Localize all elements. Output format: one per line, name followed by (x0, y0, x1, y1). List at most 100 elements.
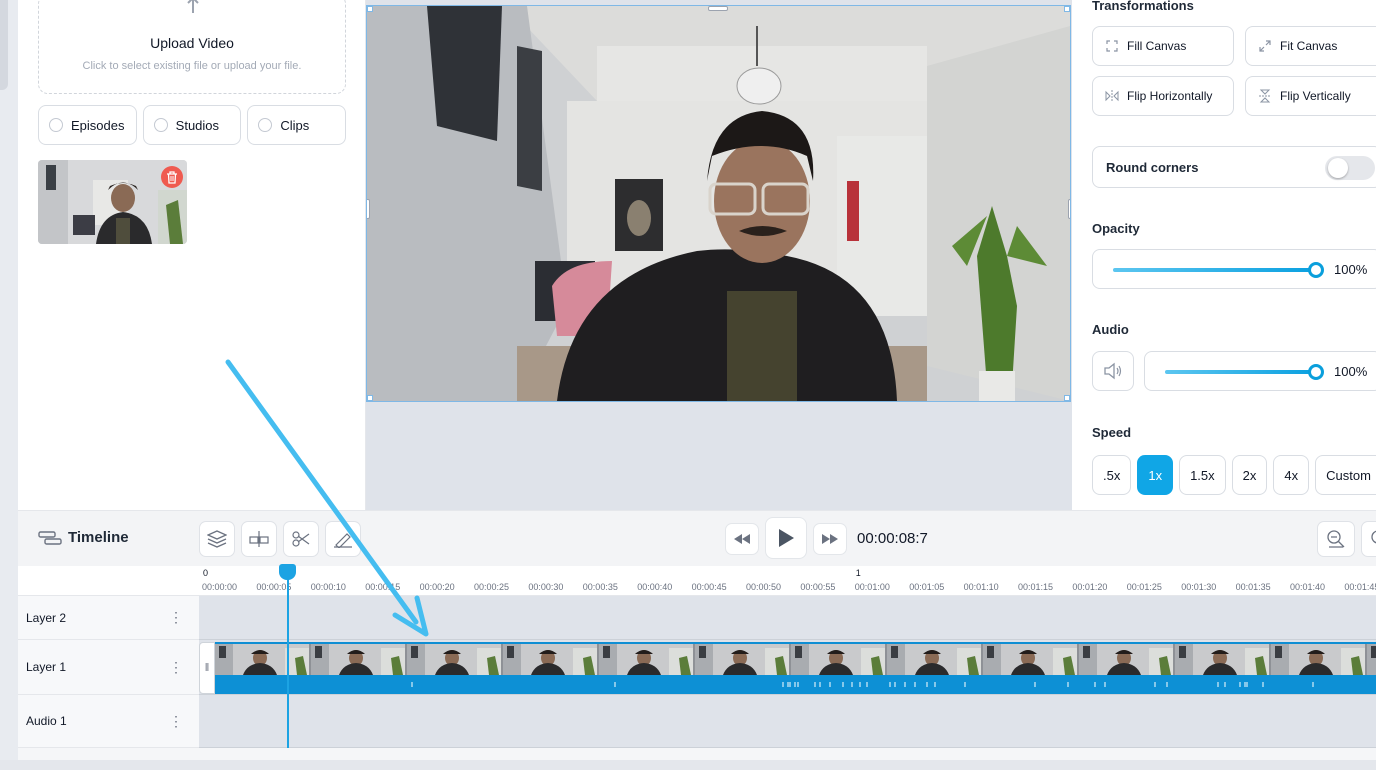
clip-audio-waveform (215, 675, 1376, 694)
ruler-tick-label: 00:00:20 (419, 582, 455, 592)
clip-trim-handle[interactable]: ‖ (199, 642, 215, 694)
track-label-layer-1[interactable]: Layer 1 ⋮ (18, 640, 199, 695)
resize-corner-bl[interactable] (367, 395, 373, 401)
filmstrip-frame (1271, 644, 1367, 675)
track-name: Audio 1 (26, 714, 67, 728)
mute-button[interactable] (1092, 351, 1134, 391)
media-thumbnail[interactable] (38, 160, 187, 244)
track-name: Layer 2 (26, 610, 67, 625)
filmstrip-frame (599, 644, 695, 675)
ruler-tick-label: 00:01:45 (1344, 582, 1376, 592)
speed-1-5x-button[interactable]: 1.5x (1179, 455, 1226, 495)
track-lane-layer-2[interactable] (199, 596, 1376, 640)
filter-studios[interactable]: Studios (142, 105, 242, 145)
ruler-tick-label: 00:01:20 (1072, 582, 1108, 592)
opacity-slider-knob[interactable] (1308, 262, 1324, 278)
trash-icon[interactable] (161, 166, 183, 188)
ruler-tick-label: 00:01:25 (1126, 582, 1162, 592)
timecode-display: 00:00:08:7 (857, 530, 928, 547)
cut-icon (292, 531, 310, 547)
filter-label: Clips (280, 117, 310, 133)
fit-canvas-button[interactable]: Fit Canvas (1245, 26, 1376, 66)
upload-subtitle: Click to select existing file or upload … (82, 60, 302, 72)
ruler-tick-label: 00:01:40 (1290, 582, 1326, 592)
timeline-title: Timeline (38, 529, 129, 546)
ruler-tick-label: 00:01:10 (963, 582, 999, 592)
edit-tool-button[interactable] (325, 521, 361, 557)
ruler-tick-label: 00:00:15 (365, 582, 401, 592)
clip-filmstrip (215, 642, 1376, 675)
timeline-panel: Timeline 00:00:08:7 00:00:00 00:00:05 00… (18, 510, 1376, 760)
resize-corner-br[interactable] (1064, 395, 1070, 401)
layers-tool-button[interactable] (199, 521, 235, 557)
audio-slider-track[interactable] (1165, 370, 1316, 374)
bottom-bar (0, 760, 1376, 770)
transformations-title: Transformations (1092, 0, 1194, 13)
ruler-major-label: 0 (203, 568, 209, 578)
filmstrip-frame (1175, 644, 1271, 675)
time-ruler[interactable]: 00:00:00 00:00:05 00:00:10 00:00:15 00:00:20… (18, 566, 1376, 596)
opacity-title: Opacity (1092, 221, 1140, 236)
ruler-tick-label: 00:00:25 (474, 582, 510, 592)
upload-dropzone[interactable]: Upload Video Click to select existing fi… (38, 0, 346, 94)
fill-canvas-button[interactable]: Fill Canvas (1092, 26, 1234, 66)
ruler-tick-label: 00:01:35 (1235, 582, 1271, 592)
zoom-out-icon (1327, 530, 1345, 548)
media-panel: Upload Video Click to select existing fi… (18, 0, 366, 510)
preview-canvas (366, 0, 1072, 510)
track-lane-audio-1[interactable] (199, 695, 1376, 748)
flip-vertical-icon (1258, 89, 1272, 103)
speed-4x-button[interactable]: 4x (1273, 455, 1310, 495)
opacity-slider-track[interactable] (1113, 268, 1316, 272)
split-tool-button[interactable] (241, 521, 277, 557)
more-options-icon[interactable]: ⋮ (169, 609, 183, 626)
resize-handle-left[interactable] (367, 199, 370, 219)
track-label-layer-2[interactable]: Layer 2 ⋮ (18, 596, 199, 640)
pencil-icon (334, 533, 352, 548)
play-button[interactable] (765, 517, 807, 559)
speed-2x-button[interactable]: 2x (1231, 455, 1268, 495)
speed-1x-button[interactable]: 1x (1137, 455, 1174, 495)
fill-canvas-icon (1105, 39, 1119, 53)
speed-title: Speed (1092, 425, 1132, 440)
zoom-out-button[interactable] (1317, 521, 1355, 557)
cut-tool-button[interactable] (283, 521, 319, 557)
ruler-tick-label: 00:00:35 (582, 582, 618, 592)
rewind-button[interactable] (725, 523, 759, 555)
radio-icon (153, 118, 168, 132)
gutter-notch (0, 0, 8, 90)
filter-episodes[interactable]: Episodes (38, 105, 137, 145)
more-options-icon[interactable]: ⋮ (169, 713, 183, 730)
video-preview[interactable] (366, 5, 1071, 402)
zoom-in-button[interactable] (1361, 521, 1376, 557)
flip-vertically-button[interactable]: Flip Vertically (1245, 76, 1376, 116)
filmstrip-frame (503, 644, 599, 675)
flip-horizontally-button[interactable]: Flip Horizontally (1092, 76, 1234, 116)
video-clip[interactable]: ‖ (199, 642, 1376, 694)
audio-slider-knob[interactable] (1308, 364, 1324, 380)
speed-custom-button[interactable]: Custom (1315, 455, 1376, 495)
track-label-audio-1[interactable]: Audio 1 ⋮ (18, 695, 199, 748)
timeline-title-text: Timeline (68, 529, 129, 546)
radio-icon (49, 118, 63, 132)
filmstrip-frame (887, 644, 983, 675)
playhead-line[interactable] (287, 576, 289, 748)
speaker-icon (1104, 362, 1122, 380)
cloud-upload-icon (187, 0, 199, 13)
resize-handle-top[interactable] (708, 6, 728, 11)
fit-canvas-icon (1258, 39, 1272, 53)
fast-forward-button[interactable] (813, 523, 847, 555)
ruler-tick-label: 00:01:00 (854, 582, 890, 592)
more-options-icon[interactable]: ⋮ (169, 659, 183, 676)
filter-clips[interactable]: Clips (247, 105, 347, 145)
toggle-knob (1328, 158, 1348, 178)
resize-corner-tl[interactable] (367, 6, 373, 12)
upload-title: Upload Video (150, 35, 234, 51)
round-corners-toggle[interactable] (1325, 156, 1375, 180)
flip-horizontally-label: Flip Horizontally (1127, 89, 1213, 103)
resize-handle-right[interactable] (1068, 199, 1070, 219)
resize-corner-tr[interactable] (1064, 6, 1070, 12)
ruler-tick-label: 00:00:30 (528, 582, 564, 592)
track-name: Layer 1 (26, 660, 67, 674)
speed-0-5x-button[interactable]: .5x (1092, 455, 1132, 495)
